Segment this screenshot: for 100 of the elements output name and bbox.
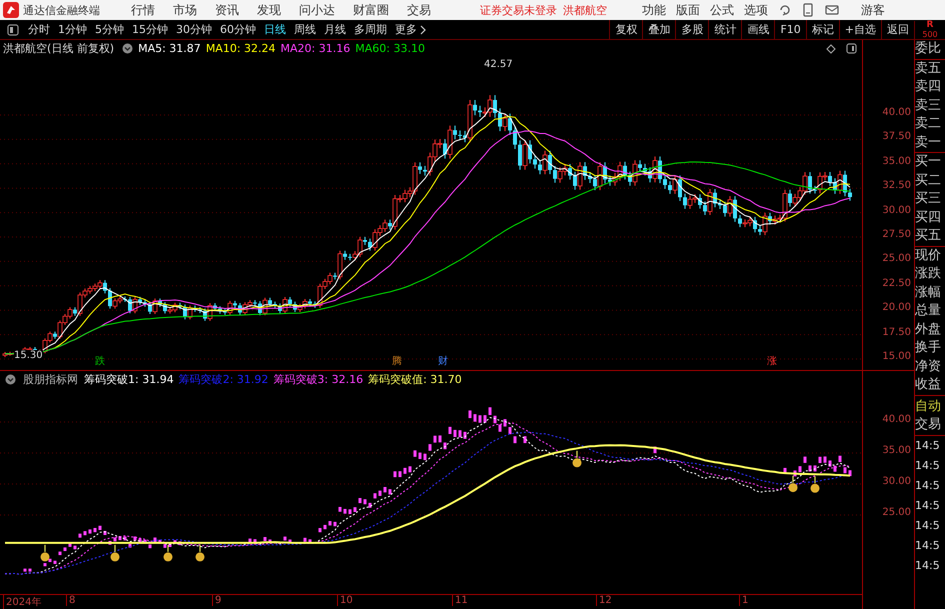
- panel-toggle-icon[interactable]: [7, 24, 19, 36]
- menu-item[interactable]: 问小达: [299, 2, 335, 18]
- indicator-value: 筹码突破3: 32.16: [273, 372, 364, 386]
- moving-average-value: MA10: 32.24: [206, 42, 276, 55]
- axis-tick-label: 35.00: [882, 156, 911, 167]
- panel-toggle-icon[interactable]: [846, 43, 857, 54]
- period-tab[interactable]: 15分钟: [132, 22, 168, 37]
- moving-average-value: MA5: 31.87: [138, 42, 201, 55]
- axis-tick-label: 8: [66, 595, 76, 606]
- period-tab[interactable]: 分时: [28, 22, 50, 37]
- more-button[interactable]: 更多: [395, 22, 426, 37]
- period-tab[interactable]: 30分钟: [176, 22, 212, 37]
- low-price-label: 15.30: [14, 350, 43, 361]
- toolbar-button[interactable]: +自选: [838, 20, 881, 39]
- period-tab[interactable]: 月线: [324, 22, 346, 37]
- period-tab[interactable]: 1分钟: [58, 22, 87, 37]
- quote-field-label: 卖二: [915, 115, 942, 133]
- trade-time: 14:5: [915, 558, 941, 574]
- menu-item[interactable]: 功能: [642, 2, 666, 18]
- event-marker[interactable]: 腾: [392, 354, 402, 368]
- menu-item[interactable]: 财富圈: [353, 2, 389, 18]
- dropdown-icon[interactable]: [5, 374, 16, 384]
- quote-field-label: 买二: [915, 172, 942, 190]
- menu-item[interactable]: 交易: [407, 2, 431, 18]
- menu-item[interactable]: 市场: [173, 2, 197, 18]
- menu-item[interactable]: 选项: [744, 2, 768, 18]
- quote-field-label: 卖四: [915, 78, 942, 96]
- menu-item[interactable]: 行情: [131, 2, 155, 18]
- period-tab[interactable]: 周线: [294, 22, 316, 37]
- period-tab[interactable]: 多周期: [354, 22, 387, 37]
- phone-icon[interactable]: [802, 3, 814, 17]
- chevron-right-icon: [420, 24, 426, 34]
- high-price-label: 42.57: [484, 59, 513, 70]
- axis-tick-label: 30.00: [882, 476, 911, 487]
- trade-label: 交易: [915, 416, 945, 436]
- menu-item[interactable]: 公式: [710, 2, 734, 18]
- toolbar-button[interactable]: 复权: [609, 20, 642, 39]
- toolbar-button[interactable]: 叠加: [642, 20, 676, 39]
- event-marker[interactable]: 跌: [95, 354, 105, 368]
- trade-time: 14:5: [915, 458, 941, 474]
- trade-time: 14:5: [915, 538, 941, 554]
- diamond-icon[interactable]: [826, 44, 836, 54]
- toolbar-button[interactable]: 多股: [675, 20, 708, 39]
- quote-field-label: 卖一: [915, 134, 945, 153]
- user-label[interactable]: 游客: [861, 2, 885, 18]
- trade-time: 14:5: [915, 498, 941, 514]
- toolbar-button[interactable]: F10: [774, 20, 806, 39]
- quote-field-label: 卖五: [915, 60, 942, 78]
- axis-tick-label: 20.00: [882, 302, 911, 314]
- event-marker[interactable]: 财: [438, 354, 448, 368]
- axis-tick-label: 11: [452, 595, 468, 606]
- axis-tick-label: 37.50: [882, 131, 911, 142]
- toolbar-button[interactable]: 画线: [741, 20, 774, 39]
- menu-item[interactable]: 版面: [676, 2, 700, 18]
- axis-tick-label: 2024年: [3, 595, 42, 609]
- trade-time: 14:5: [915, 478, 941, 494]
- period-tab[interactable]: 日线: [264, 22, 286, 37]
- period-tab[interactable]: 60分钟: [220, 22, 256, 37]
- menu-item[interactable]: 发现: [257, 2, 281, 18]
- axis-tick-label: 40.00: [882, 414, 911, 425]
- indicator-value: 筹码突破1: 31.94: [84, 372, 174, 386]
- moving-average-value: MA20: 31.16: [280, 42, 350, 55]
- quote-field-label: 收益: [915, 376, 945, 396]
- axis-tick-label: 25.00: [882, 253, 911, 264]
- period-tab[interactable]: 5分钟: [95, 22, 124, 37]
- quote-field-label: 涨跌: [915, 265, 942, 283]
- axis-tick-label: 27.50: [882, 229, 911, 240]
- moving-average-value: MA60: 33.10: [355, 42, 425, 55]
- quote-field-label: 买四: [915, 208, 942, 226]
- toolbar-button[interactable]: 返回: [881, 20, 914, 39]
- toolbar-button[interactable]: 统计: [708, 20, 742, 39]
- axis-tick-label: 35.00: [882, 445, 911, 456]
- stock-name: 洪都航空: [563, 2, 607, 18]
- trade-time: 14:5: [915, 438, 941, 454]
- quote-field-label: 外盘: [915, 320, 942, 338]
- quote-field-label: 净资: [915, 358, 942, 376]
- quote-field-label: 卖三: [915, 96, 942, 114]
- quote-field-label: 换手: [915, 339, 942, 357]
- quote-field-label: 涨幅: [915, 284, 942, 302]
- refresh-icon[interactable]: [778, 3, 792, 17]
- dropdown-icon[interactable]: [122, 43, 134, 54]
- axis-tick-label: 17.50: [882, 326, 911, 338]
- mail-icon[interactable]: [824, 3, 840, 17]
- axis-tick-label: 1: [739, 595, 748, 606]
- app-title: 通达信金融终端: [23, 2, 100, 18]
- login-notice[interactable]: 证券交易未登录: [480, 2, 557, 18]
- quote-field-label: 买五: [915, 227, 945, 246]
- menu-item[interactable]: 资讯: [215, 2, 239, 18]
- auto-trade-label[interactable]: 自动: [915, 398, 945, 416]
- quote-field-label: 委比: [915, 40, 945, 60]
- axis-tick-label: 10: [337, 595, 353, 606]
- axis-tick-label: 32.50: [882, 180, 911, 192]
- axis-tick-label: 15.00: [882, 351, 911, 362]
- quote-field-label: 总量: [915, 302, 942, 320]
- toolbar-button[interactable]: 标记: [806, 20, 839, 39]
- indicator-value: 筹码突破值: 31.70: [368, 372, 462, 386]
- event-marker[interactable]: 涨: [767, 354, 777, 368]
- chart-title: 洪都航空(日线 前复权): [3, 41, 114, 56]
- quote-field-label: 买一: [915, 153, 942, 171]
- indicator-name: 股朋指标网: [23, 372, 78, 386]
